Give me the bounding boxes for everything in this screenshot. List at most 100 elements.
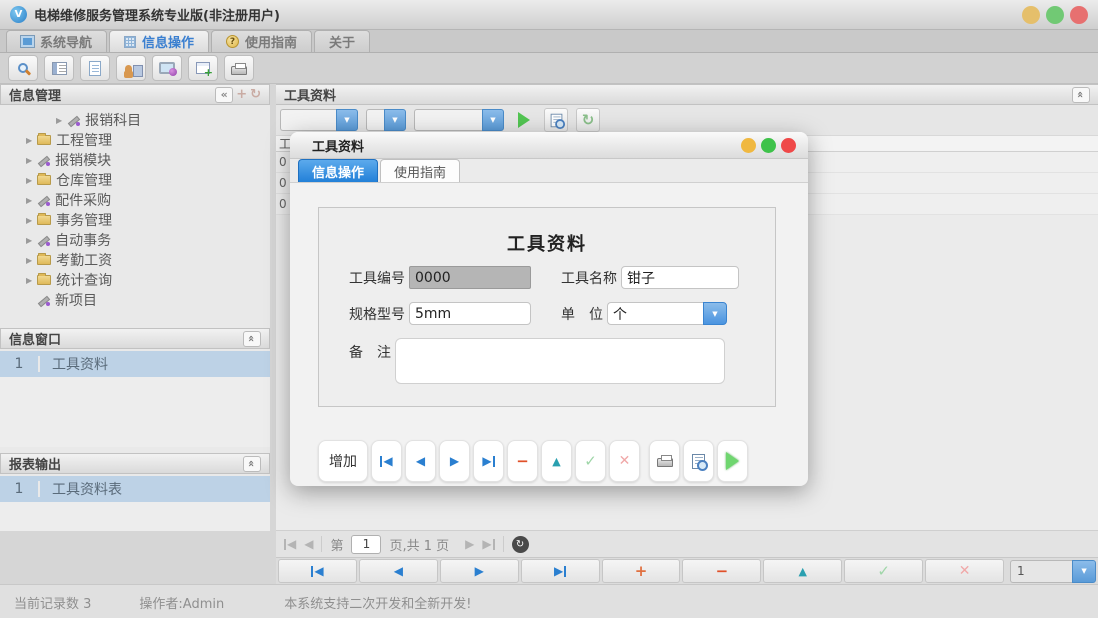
edit-record-button[interactable]: ▲ xyxy=(541,440,572,482)
row-label: 工具资料表 xyxy=(40,479,122,499)
search-button[interactable] xyxy=(8,55,38,81)
tool-data-panel-title: 工具资料 xyxy=(284,85,336,104)
next-page-button[interactable]: ▶ xyxy=(465,537,474,551)
tree-item-shiwu-guanli[interactable]: ▶事务管理 xyxy=(0,210,270,230)
close-button[interactable] xyxy=(1070,6,1088,24)
record-next-button[interactable]: ▶ xyxy=(440,559,519,583)
unit-select[interactable]: ▼ xyxy=(607,302,727,325)
play-icon xyxy=(726,452,739,470)
next-record-button[interactable]: ▶ xyxy=(439,440,470,482)
refresh-tree-icon[interactable]: ↻ xyxy=(250,87,261,102)
tab-about[interactable]: 关于 xyxy=(314,30,370,52)
record-count-select[interactable]: 1 ▼ xyxy=(1010,560,1096,583)
tool-icon xyxy=(37,194,50,206)
unit-field[interactable] xyxy=(607,302,703,325)
print-button[interactable] xyxy=(224,55,254,81)
refresh-page-button[interactable]: ↻ xyxy=(512,536,529,553)
dialog-print-button[interactable] xyxy=(649,440,680,482)
tree-item-gongcheng-guanli[interactable]: ▶ 工程管理 xyxy=(0,130,270,150)
tree-item-label: 工程管理 xyxy=(56,130,112,150)
expand-arrow-icon[interactable]: ▶ xyxy=(26,236,32,245)
tree-item-label: 报销模块 xyxy=(55,150,111,170)
collapse-main-panel-button[interactable]: « xyxy=(1072,87,1090,103)
refresh-button[interactable]: ↻ xyxy=(576,108,600,132)
cancel-button[interactable]: ✕ xyxy=(609,440,640,482)
record-delete-button[interactable]: − xyxy=(682,559,761,583)
dialog-tab-info-operation[interactable]: 信息操作 xyxy=(298,159,378,182)
tree-item-label: 报销科目 xyxy=(85,110,141,130)
prev-record-button[interactable]: ◀ xyxy=(405,440,436,482)
dialog-close-button[interactable] xyxy=(781,138,796,153)
table-add-button[interactable] xyxy=(188,55,218,81)
filter-combo-2[interactable]: ▼ xyxy=(366,109,406,131)
expand-arrow-icon[interactable]: ▶ xyxy=(26,136,32,145)
first-page-button[interactable]: ◀ xyxy=(284,537,296,551)
tree-item-tongji-chaxun[interactable]: ▶统计查询 xyxy=(0,270,270,290)
expand-arrow-icon[interactable]: ▶ xyxy=(26,196,32,205)
last-page-button[interactable]: ▶ xyxy=(482,537,494,551)
tree-item-kaoqin-gongzi[interactable]: ▶考勤工资 xyxy=(0,250,270,270)
tree-item-zidong-shiwu[interactable]: ▶自动事务 xyxy=(0,230,270,250)
filter-combo-3[interactable]: ▼ xyxy=(414,109,504,131)
folder-icon xyxy=(37,175,51,185)
tree-item-xin-xiangmu[interactable]: 新项目 xyxy=(0,290,270,310)
expand-arrow-icon[interactable]: ▶ xyxy=(26,256,32,265)
spec-field[interactable] xyxy=(409,302,531,325)
document-button[interactable] xyxy=(80,55,110,81)
dialog-minimize-button[interactable] xyxy=(741,138,756,153)
record-last-button[interactable]: ▶ xyxy=(521,559,600,583)
record-edit-button[interactable]: ▲ xyxy=(763,559,842,583)
report-row-tool-data-table[interactable]: 1 工具资料表 xyxy=(0,476,270,502)
minimize-button[interactable] xyxy=(1022,6,1040,24)
print-preview-button[interactable] xyxy=(683,440,714,482)
run-filter-button[interactable] xyxy=(512,108,536,132)
monitor-globe-button[interactable] xyxy=(152,55,182,81)
expand-arrow-icon[interactable]: ▶ xyxy=(26,216,32,225)
filter-combo-1[interactable]: ▼ xyxy=(280,109,358,131)
add-node-icon[interactable]: + xyxy=(236,87,247,102)
record-cancel-button[interactable]: ✕ xyxy=(925,559,1004,583)
record-prev-button[interactable]: ◀ xyxy=(359,559,438,583)
collapse-report-output-button[interactable]: « xyxy=(243,456,261,472)
collapse-info-window-button[interactable]: « xyxy=(243,331,261,347)
record-add-button[interactable]: + xyxy=(602,559,681,583)
tree-item-cangku-guanli[interactable]: ▶仓库管理 xyxy=(0,170,270,190)
delete-record-button[interactable]: − xyxy=(507,440,538,482)
record-first-button[interactable]: ◀ xyxy=(278,559,357,583)
tree-item-baoxiao-kemu[interactable]: ▶ 报销科目 xyxy=(0,110,270,130)
info-window-row-tool-data[interactable]: 1 工具资料 xyxy=(0,351,270,377)
user-report-button[interactable] xyxy=(116,55,146,81)
up-triangle-icon: ▲ xyxy=(799,565,807,578)
expand-arrow-icon[interactable]: ▶ xyxy=(26,156,32,165)
confirm-button[interactable]: ✓ xyxy=(575,440,606,482)
expand-arrow-icon[interactable]: ▶ xyxy=(26,176,32,185)
dialog-maximize-button[interactable] xyxy=(761,138,776,153)
first-record-button[interactable]: ◀ xyxy=(371,440,402,482)
tree-item-baoxiao-mokuai[interactable]: ▶ 报销模块 xyxy=(0,150,270,170)
remark-field[interactable] xyxy=(395,338,725,384)
search-icon xyxy=(18,63,28,73)
expand-arrow-icon[interactable]: ▶ xyxy=(56,116,62,125)
maximize-button[interactable] xyxy=(1046,6,1064,24)
add-record-button[interactable]: 增加 xyxy=(318,440,368,482)
execute-button[interactable] xyxy=(717,440,748,482)
tab-info-operation[interactable]: 信息操作 xyxy=(109,30,209,52)
form-button[interactable] xyxy=(44,55,74,81)
tool-id-field[interactable] xyxy=(409,266,531,289)
tool-name-field[interactable] xyxy=(621,266,739,289)
lookup-icon xyxy=(550,113,562,127)
lookup-button[interactable] xyxy=(544,108,568,132)
dialog-title: 工具资料 xyxy=(312,136,364,155)
tree-item-peijian-caigou[interactable]: ▶配件采购 xyxy=(0,190,270,210)
dialog-titlebar[interactable]: 工具资料 xyxy=(290,132,808,159)
prev-page-button[interactable]: ◀ xyxy=(304,537,313,551)
tab-system-nav[interactable]: 系统导航 xyxy=(6,30,107,52)
tab-user-guide[interactable]: ? 使用指南 xyxy=(211,30,312,52)
last-record-button[interactable]: ▶ xyxy=(473,440,504,482)
collapse-sidebar-button[interactable]: « xyxy=(215,87,233,103)
record-confirm-button[interactable]: ✓ xyxy=(844,559,923,583)
dialog-tab-user-guide[interactable]: 使用指南 xyxy=(380,159,460,182)
expand-arrow-icon[interactable]: ▶ xyxy=(26,276,32,285)
page-number-input[interactable] xyxy=(351,535,381,554)
printer-icon xyxy=(657,458,673,467)
